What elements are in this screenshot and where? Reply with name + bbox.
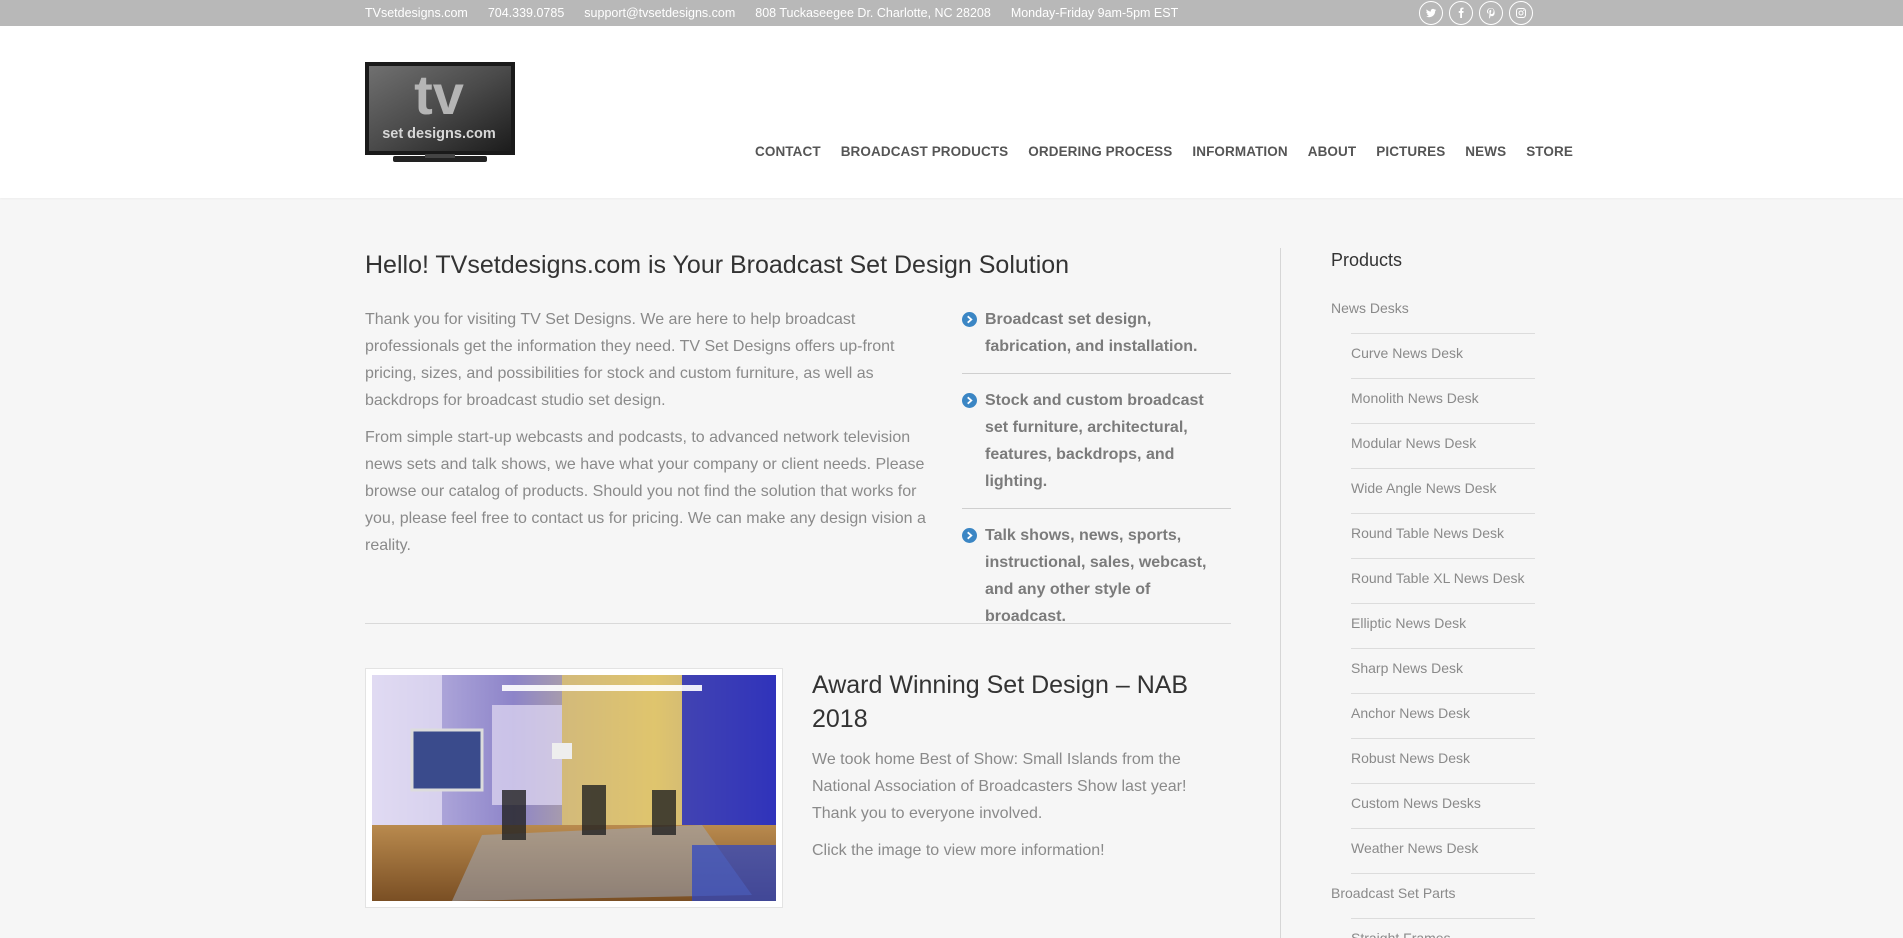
contact-info: TVsetdesigns.com 704.339.0785 support@tv… <box>365 0 1178 26</box>
intro-text: Thank you for visiting TV Set Designs. W… <box>365 306 935 569</box>
nav-contact[interactable]: CONTACT <box>755 144 821 159</box>
award-text: We took home Best of Show: Small Islands… <box>812 746 1212 874</box>
site-logo[interactable]: tv set designs.com <box>365 62 515 164</box>
sidebar-item-news-desks[interactable]: News Desks <box>1331 295 1535 340</box>
phone-number[interactable]: 704.339.0785 <box>488 6 564 20</box>
sidebar-item-modular-news-desk[interactable]: Modular News Desk <box>1331 430 1535 475</box>
sidebar-item-weather-news-desk[interactable]: Weather News Desk <box>1331 835 1535 880</box>
nav-broadcast-products[interactable]: BROADCAST PRODUCTS <box>841 144 1009 159</box>
chevron-right-icon <box>962 393 977 408</box>
instagram-icon[interactable] <box>1509 1 1533 25</box>
award-title[interactable]: Award Winning Set Design – NAB 2018 <box>812 668 1232 736</box>
nav-about[interactable]: ABOUT <box>1308 144 1357 159</box>
sidebar-item-robust-news-desk[interactable]: Robust News Desk <box>1331 745 1535 790</box>
products-menu: News Desks Curve News Desk Monolith News… <box>1331 295 1535 938</box>
logo-domain-text: set designs.com <box>382 126 496 142</box>
section-divider <box>365 623 1231 624</box>
feature-text: Broadcast set design, fabrication, and i… <box>985 311 1198 355</box>
nav-store[interactable]: STORE <box>1526 144 1573 159</box>
intro-paragraph-1: Thank you for visiting TV Set Designs. W… <box>365 311 895 409</box>
facebook-icon[interactable] <box>1449 1 1473 25</box>
site-name[interactable]: TVsetdesigns.com <box>365 6 468 20</box>
nav-pictures[interactable]: PICTURES <box>1376 144 1445 159</box>
social-links <box>1419 1 1533 25</box>
award-set-image[interactable] <box>365 668 783 908</box>
sidebar-divider <box>1280 248 1281 938</box>
sidebar-item-broadcast-set-parts[interactable]: Broadcast Set Parts <box>1331 880 1535 925</box>
sidebar-item-monolith-news-desk[interactable]: Monolith News Desk <box>1331 385 1535 430</box>
address: 808 Tuckaseegee Dr. Charlotte, NC 28208 <box>755 6 991 20</box>
feature-list: Broadcast set design, fabrication, and i… <box>962 306 1231 656</box>
nav-information[interactable]: INFORMATION <box>1192 144 1287 159</box>
sidebar-item-round-table-news-desk[interactable]: Round Table News Desk <box>1331 520 1535 565</box>
chevron-right-icon <box>962 312 977 327</box>
email-link[interactable]: support@tvsetdesigns.com <box>584 6 735 20</box>
feature-item: Stock and custom broadcast set furniture… <box>962 387 1231 509</box>
feature-item: Broadcast set design, fabrication, and i… <box>962 306 1231 374</box>
main-nav: CONTACT BROADCAST PRODUCTS ORDERING PROC… <box>755 144 1573 159</box>
sidebar-item-wide-angle-news-desk[interactable]: Wide Angle News Desk <box>1331 475 1535 520</box>
sidebar-item-round-table-xl-news-desk[interactable]: Round Table XL News Desk <box>1331 565 1535 610</box>
intro-paragraph-2: From simple start-up webcasts and podcas… <box>365 429 926 554</box>
top-bar: TVsetdesigns.com 704.339.0785 support@tv… <box>0 0 1903 26</box>
chevron-right-icon <box>962 528 977 543</box>
business-hours: Monday-Friday 9am-5pm EST <box>1010 6 1179 20</box>
page-title: Hello! TVsetdesigns.com is Your Broadcas… <box>365 251 1070 279</box>
feature-item: Talk shows, news, sports, instructional,… <box>962 522 1231 643</box>
sidebar-item-sharp-news-desk[interactable]: Sharp News Desk <box>1331 655 1535 700</box>
site-header: tv set designs.com CONTACT BROADCAST PRO… <box>0 26 1903 198</box>
sidebar-title: Products <box>1331 250 1403 270</box>
sidebar-item-elliptic-news-desk[interactable]: Elliptic News Desk <box>1331 610 1535 655</box>
award-paragraph-2: Click the image to view more information… <box>812 842 1105 859</box>
feature-text: Stock and custom broadcast set furniture… <box>985 392 1204 490</box>
twitter-icon[interactable] <box>1419 1 1443 25</box>
award-paragraph-1: We took home Best of Show: Small Islands… <box>812 751 1187 822</box>
sidebar-item-custom-news-desks[interactable]: Custom News Desks <box>1331 790 1535 835</box>
logo-tv-text: tv <box>414 63 464 126</box>
feature-text: Talk shows, news, sports, instructional,… <box>985 527 1207 625</box>
nav-ordering-process[interactable]: ORDERING PROCESS <box>1028 144 1172 159</box>
sidebar-item-straight-frames[interactable]: Straight Frames <box>1331 925 1535 938</box>
sidebar-item-anchor-news-desk[interactable]: Anchor News Desk <box>1331 700 1535 745</box>
nav-news[interactable]: NEWS <box>1465 144 1506 159</box>
sidebar-item-curve-news-desk[interactable]: Curve News Desk <box>1331 340 1535 385</box>
pinterest-icon[interactable] <box>1479 1 1503 25</box>
